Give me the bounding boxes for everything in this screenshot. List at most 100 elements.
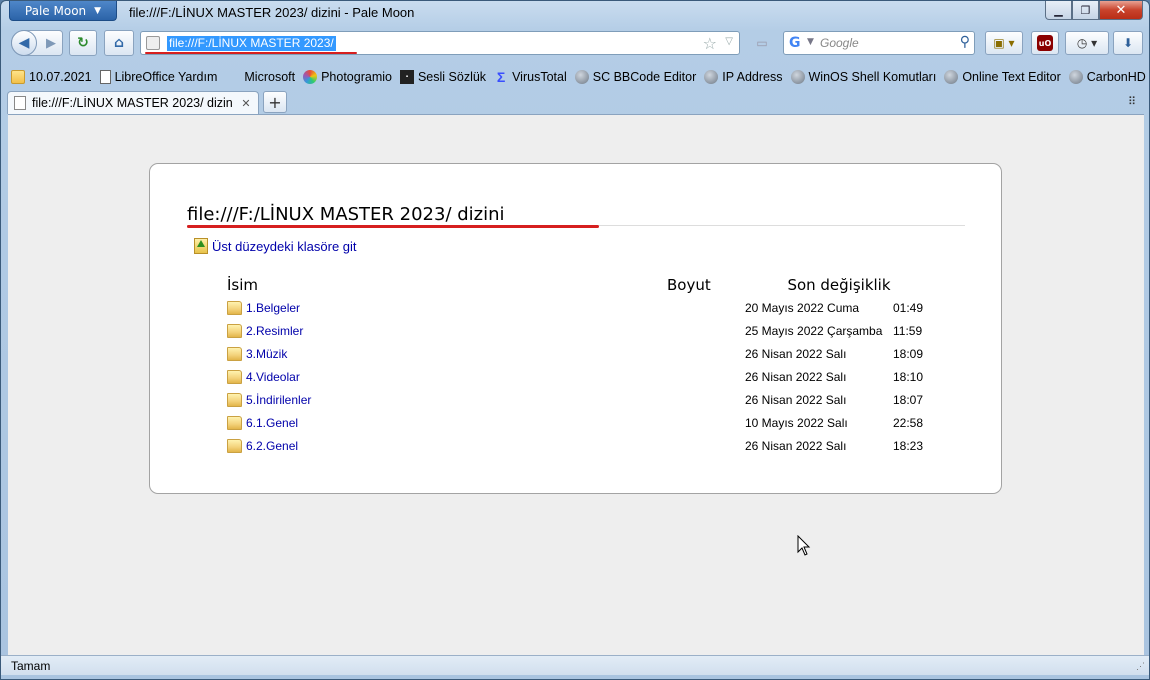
window-controls: ▁ ❐ ✕ [1045, 1, 1143, 20]
cell-time: 11:59 [893, 323, 923, 338]
parent-directory-link[interactable]: Üst düzeydeki klasöre git [194, 238, 357, 254]
cell-date: 10 Mayıs 2022 Salı [745, 415, 848, 430]
maximize-icon: ❐ [1080, 3, 1091, 17]
cell-name: 5.İndirilenler [227, 388, 667, 411]
column-header-size[interactable]: Boyut [667, 274, 745, 296]
cell-name: 2.Resimler [227, 319, 667, 342]
close-button[interactable]: ✕ [1099, 1, 1143, 20]
bookmarks-icon: ▣ ▾ [993, 36, 1015, 50]
bookmark-item[interactable]: 10.07.2021 [11, 70, 92, 84]
bookmark-item[interactable]: Microsoft [225, 70, 295, 85]
table-row: 2.Resimler 25 Mayıs 2022 Çarşamba 11:59 [227, 319, 933, 342]
cell-date: 26 Nisan 2022 Salı [745, 392, 847, 407]
url-bar[interactable]: file:///F:/LİNUX MASTER 2023/ ☆ ▽ [140, 31, 740, 55]
downloads-button[interactable]: ⬇ [1113, 31, 1143, 55]
table-row: 1.Belgeler 20 Mayıs 2022 Cuma 01:49 [227, 296, 933, 319]
folder-entry: 6.1.Genel [227, 415, 667, 430]
folder-entry: 1.Belgeler [227, 300, 667, 315]
bookmark-item[interactable]: Σ VirusTotal [494, 69, 567, 85]
bookmark-item[interactable]: WinOS Shell Komutları [790, 70, 936, 84]
table-header: İsim Boyut Son değişiklik [227, 274, 933, 296]
sesli-sozluk-icon: ▪ [399, 70, 414, 84]
mouse-cursor-icon [797, 535, 811, 556]
url-dropdown-icon[interactable]: ▽ [725, 36, 733, 47]
forward-button[interactable]: ▶ [46, 36, 56, 51]
back-arrow-icon: ◀ [18, 35, 30, 51]
folder-link[interactable]: 1.Belgeler [246, 301, 300, 315]
search-bar[interactable]: G ▼ ⚲ [783, 31, 975, 55]
new-tab-button[interactable]: + [263, 91, 287, 113]
bookmark-label: SC BBCode Editor [592, 70, 697, 84]
history-button[interactable]: ◷ ▾ [1065, 31, 1109, 55]
microsoft-icon [225, 70, 240, 85]
search-icon[interactable]: ⚲ [960, 34, 970, 50]
table-row: 6.2.Genel 26 Nisan 2022 Salı 18:23 [227, 434, 933, 457]
column-header-name[interactable]: İsim [227, 274, 667, 296]
folder-link[interactable]: 6.2.Genel [246, 439, 298, 453]
bookmark-label: CarbonHD [1086, 70, 1146, 84]
folder-icon [227, 415, 242, 430]
bookmark-item[interactable]: SC BBCode Editor [574, 70, 697, 84]
navigation-toolbar: ◀ ▶ ↻ ⌂ file:///F:/LİNUX MASTER 2023/ ☆ … [1, 29, 1149, 59]
directory-table: İsim Boyut Son değişiklik 1.Belgeler 20 M… [227, 274, 933, 457]
list-all-tabs-icon[interactable]: ⠿ [1128, 95, 1136, 108]
directory-listing-card: file:///F:/LİNUX MASTER 2023/ dizini Üst… [149, 163, 1002, 494]
url-text[interactable]: file:///F:/LİNUX MASTER 2023/ [167, 36, 336, 51]
folder-icon [227, 346, 242, 361]
bookmark-item[interactable]: CarbonHD [1068, 70, 1146, 84]
status-bar: Tamam ⋰ [1, 655, 1149, 675]
status-text: Tamam [11, 658, 51, 673]
cell-time: 18:10 [893, 369, 924, 384]
cell-size [667, 319, 745, 342]
bookmark-label: LibreOffice Yardım [114, 70, 218, 84]
folder-entry: 6.2.Genel [227, 438, 667, 453]
ublock-button[interactable]: uO [1031, 31, 1059, 55]
tab-close-icon[interactable]: ✕ [238, 97, 254, 110]
reader-view-icon[interactable]: ▭ [751, 34, 773, 52]
cell-name: 1.Belgeler [227, 296, 667, 319]
app-menu-label: Pale Moon [24, 3, 87, 18]
minimize-button[interactable]: ▁ [1045, 1, 1072, 20]
bookmarks-toolbar: 10.07.2021 LibreOffice Yardım Microsoft … [1, 65, 1149, 89]
bookmark-item[interactable]: ▪ Sesli Sözlük [399, 70, 486, 84]
globe-icon [1068, 70, 1083, 84]
virustotal-icon: Σ [496, 69, 506, 85]
search-engine-dropdown-icon[interactable]: ▼ [807, 37, 814, 47]
folder-icon [11, 70, 25, 84]
cell-time: 01:49 [893, 300, 924, 315]
cell-size [667, 365, 745, 388]
bookmark-item[interactable]: Online Text Editor [944, 70, 1061, 84]
bookmark-item[interactable]: Photogramio [303, 70, 392, 84]
bookmark-item[interactable]: IP Address [704, 70, 783, 84]
bookmarks-menu-button[interactable]: ▣ ▾ [985, 31, 1023, 55]
cell-time: 22:58 [893, 415, 924, 430]
bookmark-item[interactable]: LibreOffice Yardım [99, 70, 218, 84]
search-input[interactable] [820, 35, 950, 51]
cell-name: 4.Videolar [227, 365, 667, 388]
folder-icon [227, 392, 242, 407]
back-button[interactable]: ◀ [11, 30, 37, 56]
resize-grip-icon[interactable]: ⋰ [1136, 661, 1145, 672]
tab-active[interactable]: file:///F:/LİNUX MASTER 2023/ dizini ✕ [7, 91, 259, 114]
folder-link[interactable]: 2.Resimler [246, 324, 303, 338]
home-button[interactable]: ⌂ [104, 30, 134, 56]
cell-size [667, 388, 745, 411]
maximize-button[interactable]: ❐ [1072, 1, 1099, 20]
folder-link[interactable]: 5.İndirilenler [246, 393, 311, 407]
url-red-underline [145, 52, 357, 54]
google-icon[interactable]: G [789, 35, 805, 51]
minimize-icon: ▁ [1054, 3, 1063, 17]
cell-size [667, 411, 745, 434]
reload-button[interactable]: ↻ [69, 30, 97, 56]
home-icon: ⌂ [113, 35, 125, 51]
bookmark-star-icon[interactable]: ☆ [703, 34, 717, 53]
column-header-modified[interactable]: Son değişiklik [745, 274, 933, 296]
bookmark-label: 10.07.2021 [29, 70, 92, 84]
app-menu-button[interactable]: Pale Moon ▼ [9, 1, 117, 21]
folder-link[interactable]: 4.Videolar [246, 370, 300, 384]
cell-name: 3.Müzik [227, 342, 667, 365]
folder-link[interactable]: 6.1.Genel [246, 416, 298, 430]
folder-link[interactable]: 3.Müzik [246, 347, 287, 361]
page-icon [146, 36, 160, 50]
page-title: file:///F:/LİNUX MASTER 2023/ dizini [187, 204, 505, 225]
